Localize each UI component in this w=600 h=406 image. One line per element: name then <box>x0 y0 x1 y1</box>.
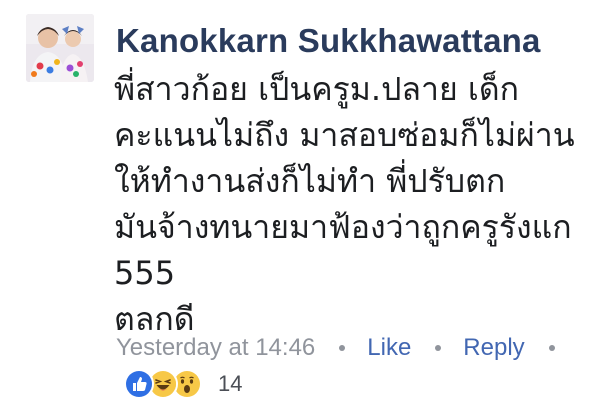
author-name[interactable]: Kanokkarn Sukkhawattana <box>116 22 541 60</box>
comment-line: คะแนนไม่ถึง มาสอบซ่อมก็ไม่ผ่าน <box>114 116 575 154</box>
comment-text: พี่สาวก้อย เป็นครูม.ปลาย เด็ก คะแนนไม่ถึ… <box>114 66 594 342</box>
reaction-count: 14 <box>218 371 243 396</box>
like-icon <box>124 369 154 399</box>
avatar-photo <box>26 14 94 82</box>
reaction-summary[interactable]: 14 <box>124 369 243 399</box>
comment-actions: Yesterday at 14:46 Like Reply <box>116 334 577 362</box>
comment: Kanokkarn Sukkhawattana พี่สาวก้อย เป็นค… <box>0 0 600 406</box>
reply-button[interactable]: Reply <box>463 334 524 362</box>
timestamp[interactable]: Yesterday at 14:46 <box>116 334 315 362</box>
separator-dot <box>339 345 346 351</box>
separator-dot <box>435 345 442 351</box>
avatar[interactable] <box>26 14 94 82</box>
comment-line: พี่สาวก้อย เป็นครูม.ปลาย เด็ก <box>114 70 519 108</box>
comment-line: มันจ้างทนายมาฟ้องว่าถูกครูรังแก <box>114 208 572 246</box>
like-button[interactable]: Like <box>367 334 411 362</box>
comment-line: 555 <box>114 254 176 292</box>
comment-line: ให้ทำงานส่งก็ไม่ทำ พี่ปรับตก <box>114 162 506 200</box>
separator-dot <box>548 345 555 351</box>
